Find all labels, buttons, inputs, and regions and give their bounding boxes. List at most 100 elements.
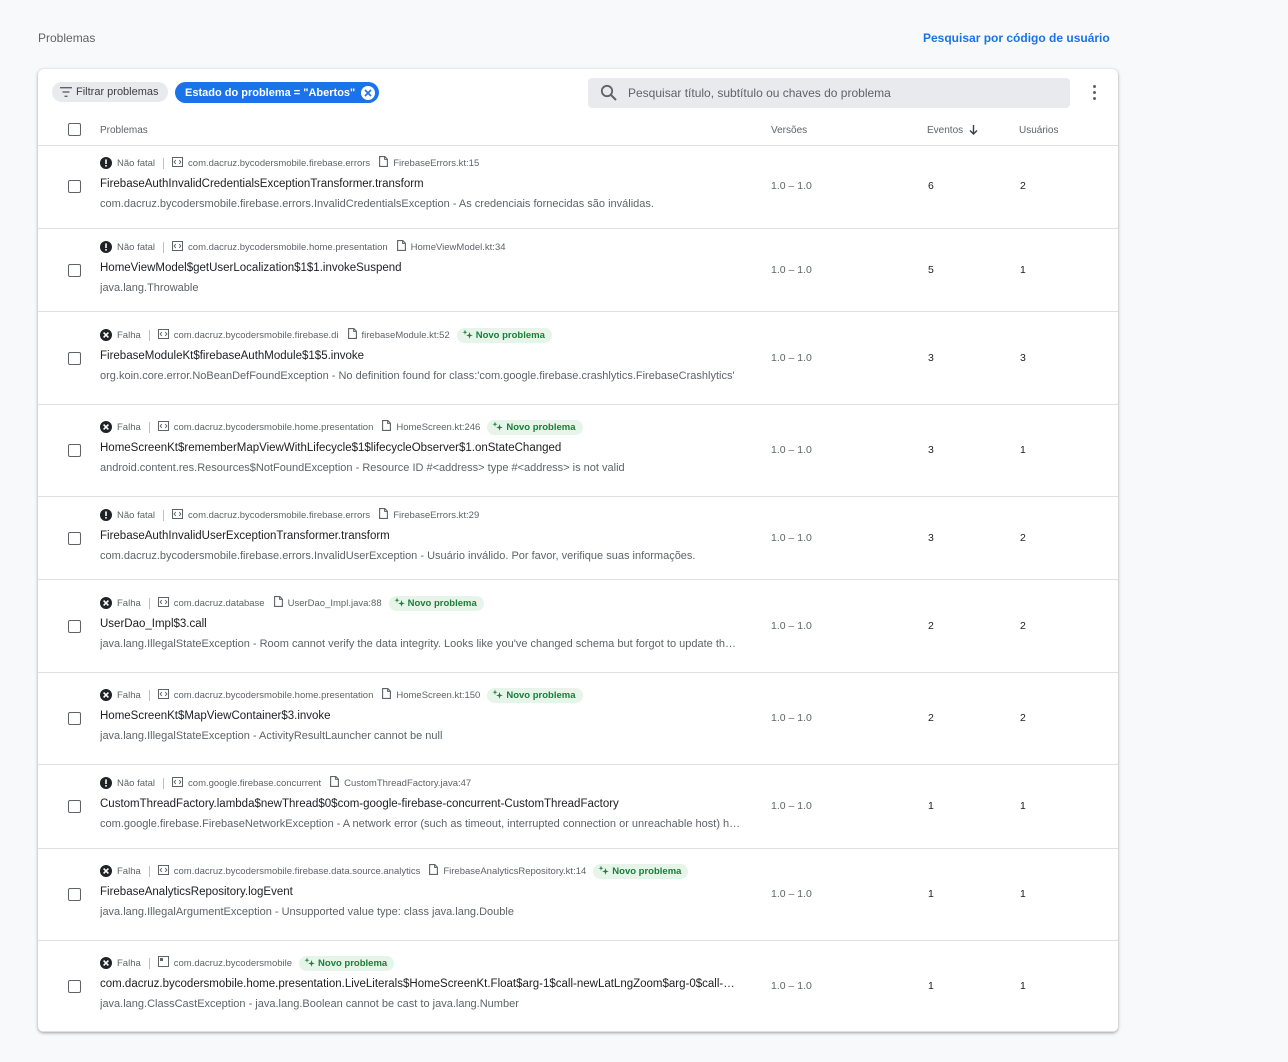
crash-icon <box>100 421 112 433</box>
file-icon <box>382 420 392 434</box>
file-icon <box>382 688 392 702</box>
table-row[interactable]: Falha com.dacruz.bycodersmobile.firebase.… <box>38 849 1118 941</box>
row-checkbox[interactable] <box>68 888 81 901</box>
package-icon <box>172 508 184 522</box>
issue-versions: 1.0 – 1.0 <box>771 264 812 276</box>
table-row[interactable]: Não fatal com.dacruz.bycodersmobile.fireb… <box>38 145 1118 229</box>
issue-type: Não fatal <box>117 509 156 521</box>
issue-events: 3 <box>928 444 934 456</box>
issue-subtitle: com.google.firebase.FirebaseNetworkExcep… <box>100 818 742 830</box>
issue-subtitle: java.lang.IllegalArgumentException - Uns… <box>100 906 514 918</box>
issue-title[interactable]: FirebaseModuleKt$firebaseAuthModule$1$5.… <box>100 350 742 362</box>
issue-subtitle: java.lang.Throwable <box>100 282 199 294</box>
issue-package: com.dacruz.bycodersmobile.firebase.error… <box>188 157 371 169</box>
issue-title[interactable]: FirebaseAuthInvalidCredentialsExceptionT… <box>100 178 742 190</box>
divider <box>148 421 150 433</box>
new-issue-badge: Novo problema <box>487 687 583 703</box>
issue-package: com.google.firebase.concurrent <box>188 777 322 789</box>
crash-icon <box>100 329 112 341</box>
issue-subtitle: java.lang.ClassCastException - java.lang… <box>100 998 519 1010</box>
crash-icon <box>100 689 112 701</box>
issue-events: 2 <box>928 712 934 724</box>
issue-events: 1 <box>928 980 934 992</box>
issue-file-label: firebaseModule.kt:52 <box>361 329 450 341</box>
issue-versions: 1.0 – 1.0 <box>771 444 812 456</box>
state-filter-chip[interactable]: Estado do problema = "Abertos" <box>175 82 380 103</box>
issue-title[interactable]: HomeViewModel$getUserLocalization$1$1.in… <box>100 262 742 274</box>
issue-meta: Não fatal com.dacruz.bycodersmobile.fireb… <box>100 156 479 170</box>
divider <box>163 509 165 521</box>
table-row[interactable]: Não fatal com.dacruz.bycodersmobile.home.… <box>38 229 1118 312</box>
search-by-user-link[interactable]: Pesquisar por código de usuário <box>923 31 1110 45</box>
file-icon <box>379 508 389 522</box>
issue-package: com.dacruz.bycodersmobile.firebase.data.… <box>173 865 421 877</box>
table-row[interactable]: Falha com.dacruz.bycodersmobile.firebase.… <box>38 312 1118 405</box>
select-all-checkbox[interactable] <box>68 123 81 136</box>
table-row[interactable]: Falha com.dacruz.bycodersmobile.home.pres… <box>38 673 1118 765</box>
sparkle-icon <box>492 421 504 434</box>
header-events[interactable]: Eventos <box>927 125 978 136</box>
issue-file-label: HomeScreen.kt:150 <box>396 689 481 701</box>
filter-issues-button[interactable]: Filtrar problemas <box>52 82 168 102</box>
new-issue-label: Novo problema <box>612 865 682 877</box>
row-checkbox[interactable] <box>68 620 81 633</box>
issue-title[interactable]: UserDao_Impl$3.call <box>100 618 742 630</box>
row-checkbox[interactable] <box>68 180 81 193</box>
row-checkbox[interactable] <box>68 532 81 545</box>
issue-meta: Falha com.dacruz.bycodersmobile.firebase.… <box>100 327 552 343</box>
sparkle-icon <box>598 865 610 878</box>
sparkle-icon <box>492 689 504 702</box>
divider <box>148 597 150 609</box>
table-row[interactable]: Não fatal com.google.firebase.concurrent C… <box>38 765 1118 849</box>
package-icon <box>157 956 169 970</box>
state-chip-label: Estado do problema = "Abertos" <box>185 86 356 99</box>
row-checkbox[interactable] <box>68 444 81 457</box>
issue-subtitle: com.dacruz.bycodersmobile.firebase.error… <box>100 550 696 562</box>
table-row[interactable]: Falha com.dacruz.bycodersmobile.home.pres… <box>38 405 1118 497</box>
file-icon <box>330 776 340 790</box>
table-header: Problemas Versões Eventos Usuários <box>38 115 1118 146</box>
issue-file: FirebaseAnalyticsRepository.kt:14 <box>429 864 586 878</box>
issue-file: firebaseModule.kt:52 <box>347 328 450 342</box>
row-checkbox[interactable] <box>68 352 81 365</box>
issue-title[interactable]: FirebaseAnalyticsRepository.logEvent <box>100 886 742 898</box>
sparkle-icon <box>304 957 315 970</box>
issue-title[interactable]: HomeScreenKt$MapViewContainer$3.invoke <box>100 710 742 722</box>
issue-events: 3 <box>928 532 934 544</box>
issue-title[interactable]: CustomThreadFactory.lambda$newThread$0$c… <box>100 798 742 810</box>
issue-title[interactable]: com.dacruz.bycodersmobile.home.presentat… <box>100 978 742 990</box>
table-row[interactable]: Falha com.dacruz.database UserDao_Impl.jav… <box>38 580 1118 673</box>
filter-icon <box>60 87 72 97</box>
row-checkbox[interactable] <box>68 800 81 813</box>
more-vert-icon[interactable] <box>1086 82 1102 102</box>
issue-meta: Não fatal com.google.firebase.concurrent C… <box>100 776 471 790</box>
new-issue-badge: Novo problema <box>388 595 484 611</box>
issue-versions: 1.0 – 1.0 <box>771 620 812 632</box>
issue-meta: Falha com.dacruz.database UserDao_Impl.jav… <box>100 595 484 611</box>
issue-meta: Não fatal com.dacruz.bycodersmobile.fireb… <box>100 508 479 522</box>
close-icon[interactable] <box>361 85 376 100</box>
row-checkbox[interactable] <box>68 264 81 277</box>
search-input[interactable] <box>626 85 1060 101</box>
issue-type: Falha <box>117 597 141 609</box>
issue-title[interactable]: FirebaseAuthInvalidUserExceptionTransfor… <box>100 530 742 542</box>
new-issue-label: Novo problema <box>475 329 545 341</box>
row-checkbox[interactable] <box>68 712 81 725</box>
table-row[interactable]: Falha com.dacruz.bycodersmobile Novo probl… <box>38 941 1118 1032</box>
issue-package: com.dacruz.bycodersmobile.home.presentat… <box>188 241 388 253</box>
issue-title[interactable]: HomeScreenKt$rememberMapViewWithLifecycl… <box>100 442 742 454</box>
new-issue-badge: Novo problema <box>299 955 395 971</box>
header-users: Usuários <box>1019 125 1059 136</box>
issue-file-label: HomeScreen.kt:246 <box>396 421 481 433</box>
issue-subtitle: android.content.res.Resources$NotFoundEx… <box>100 462 625 474</box>
table-row[interactable]: Não fatal com.dacruz.bycodersmobile.fireb… <box>38 497 1118 580</box>
search-icon <box>600 84 617 101</box>
issue-type: Falha <box>117 689 141 701</box>
issue-users: 2 <box>1020 712 1026 724</box>
new-issue-label: Novo problema <box>318 957 388 969</box>
divider <box>148 865 150 877</box>
issue-type: Falha <box>117 865 141 877</box>
issues-table-body: Não fatal com.dacruz.bycodersmobile.fireb… <box>38 145 1118 1032</box>
issue-type: Não fatal <box>117 241 156 253</box>
row-checkbox[interactable] <box>68 980 81 993</box>
